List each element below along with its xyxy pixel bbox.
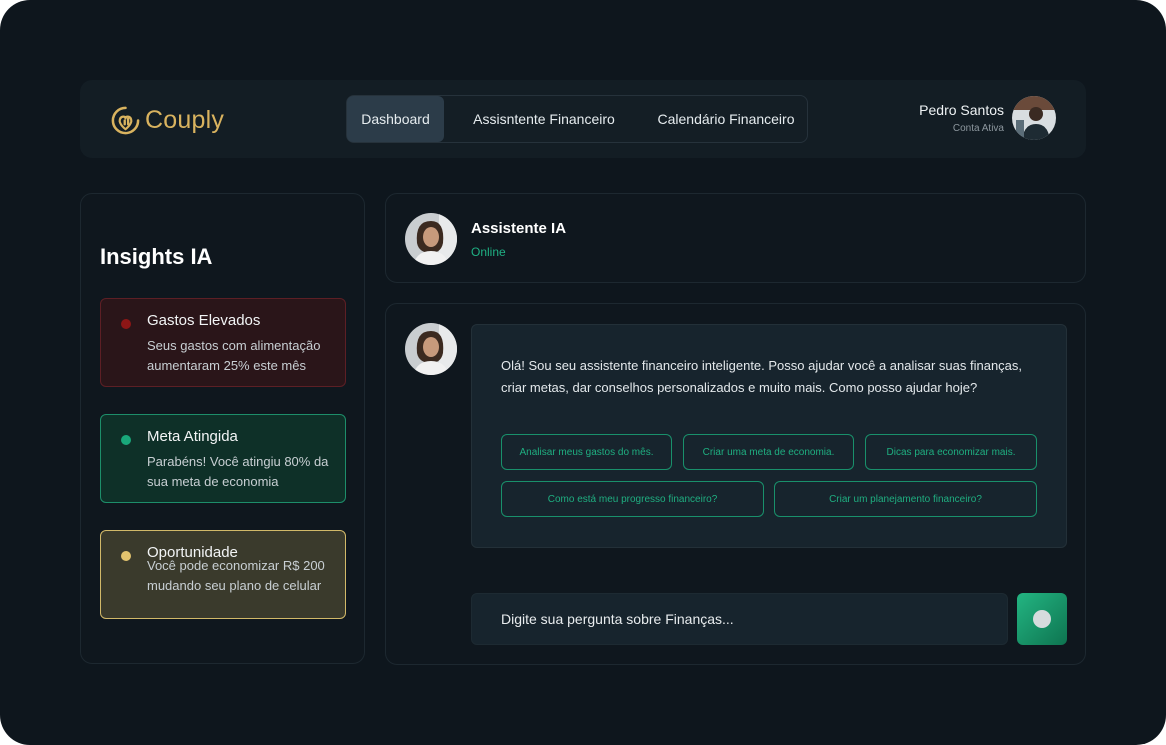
user-avatar[interactable] xyxy=(1012,96,1056,140)
logo[interactable]: Couply xyxy=(110,103,224,137)
user-menu[interactable]: Pedro Santos Conta Ativa xyxy=(919,96,1056,140)
tab-calendario-financeiro[interactable]: Calendário Financeiro xyxy=(644,96,808,142)
main-nav: Dashboard Assisntente Financeiro Calendá… xyxy=(346,95,808,143)
insight-card-text: Parabéns! Você atingiu 80% da sua meta d… xyxy=(147,454,329,489)
assistant-message-text: Olá! Sou seu assistente financeiro intel… xyxy=(501,358,1023,395)
suggestion-chip[interactable]: Dicas para economizar mais. xyxy=(865,434,1037,470)
insight-card-text: Seus gastos com alimentação aumentaram 2… xyxy=(147,338,321,373)
chat-input-box[interactable] xyxy=(471,593,1008,645)
suggestion-chip[interactable]: Como está meu progresso financeiro? xyxy=(501,481,764,517)
assistant-message-bubble: Olá! Sou seu assistente financeiro intel… xyxy=(471,324,1067,548)
user-name: Pedro Santos xyxy=(919,102,1004,118)
suggestion-chip[interactable]: Criar uma meta de economia. xyxy=(683,434,854,470)
top-header: Couply Dashboard Assisntente Financeiro … xyxy=(80,80,1086,158)
app-window: Couply Dashboard Assisntente Financeiro … xyxy=(0,0,1166,745)
send-icon xyxy=(1033,610,1051,628)
status-dot-icon xyxy=(121,551,131,561)
send-button[interactable] xyxy=(1017,593,1067,645)
insight-card-text: Você pode economizar R$ 200 mudando seu … xyxy=(147,558,325,593)
insight-card-title: Meta Atingida xyxy=(147,428,238,445)
user-info: Pedro Santos Conta Ativa xyxy=(919,102,1004,134)
assistant-avatar-icon xyxy=(405,323,457,375)
assistant-avatar-icon xyxy=(405,213,457,265)
insight-card-gastos-elevados[interactable]: Gastos Elevados Seus gastos com alimenta… xyxy=(100,298,346,387)
suggestion-chip[interactable]: Analisar meus gastos do mês. xyxy=(501,434,672,470)
tab-dashboard[interactable]: Dashboard xyxy=(347,96,444,142)
message-avatar xyxy=(405,323,457,375)
insight-card-meta-atingida[interactable]: Meta Atingida Parabéns! Você atingiu 80%… xyxy=(100,414,346,503)
chat-panel: Olá! Sou seu assistente financeiro intel… xyxy=(385,303,1086,665)
insights-title: Insights IA xyxy=(100,244,213,269)
tab-assistente-financeiro[interactable]: Assisntente Financeiro xyxy=(444,96,644,142)
insight-card-oportunidade[interactable]: Oportunidade Você pode economizar R$ 200… xyxy=(100,530,346,619)
assistant-avatar xyxy=(405,213,457,265)
app-name: Couply xyxy=(145,105,225,134)
assistant-header: Assistente IA Online xyxy=(385,193,1086,283)
user-status: Conta Ativa xyxy=(952,123,1004,134)
status-dot-icon xyxy=(121,319,131,329)
assistant-name: Assistente IA xyxy=(471,220,567,237)
user-avatar-icon xyxy=(1012,96,1056,140)
insight-card-title: Gastos Elevados xyxy=(147,312,261,329)
insights-panel: Insights IA Gastos Elevados Seus gastos … xyxy=(80,193,365,664)
couply-logo-icon xyxy=(111,106,140,134)
status-dot-icon xyxy=(121,435,131,445)
chat-input[interactable] xyxy=(501,611,1007,627)
suggestion-chip[interactable]: Criar um planejamento financeiro? xyxy=(774,481,1037,517)
assistant-status: Online xyxy=(471,245,506,259)
